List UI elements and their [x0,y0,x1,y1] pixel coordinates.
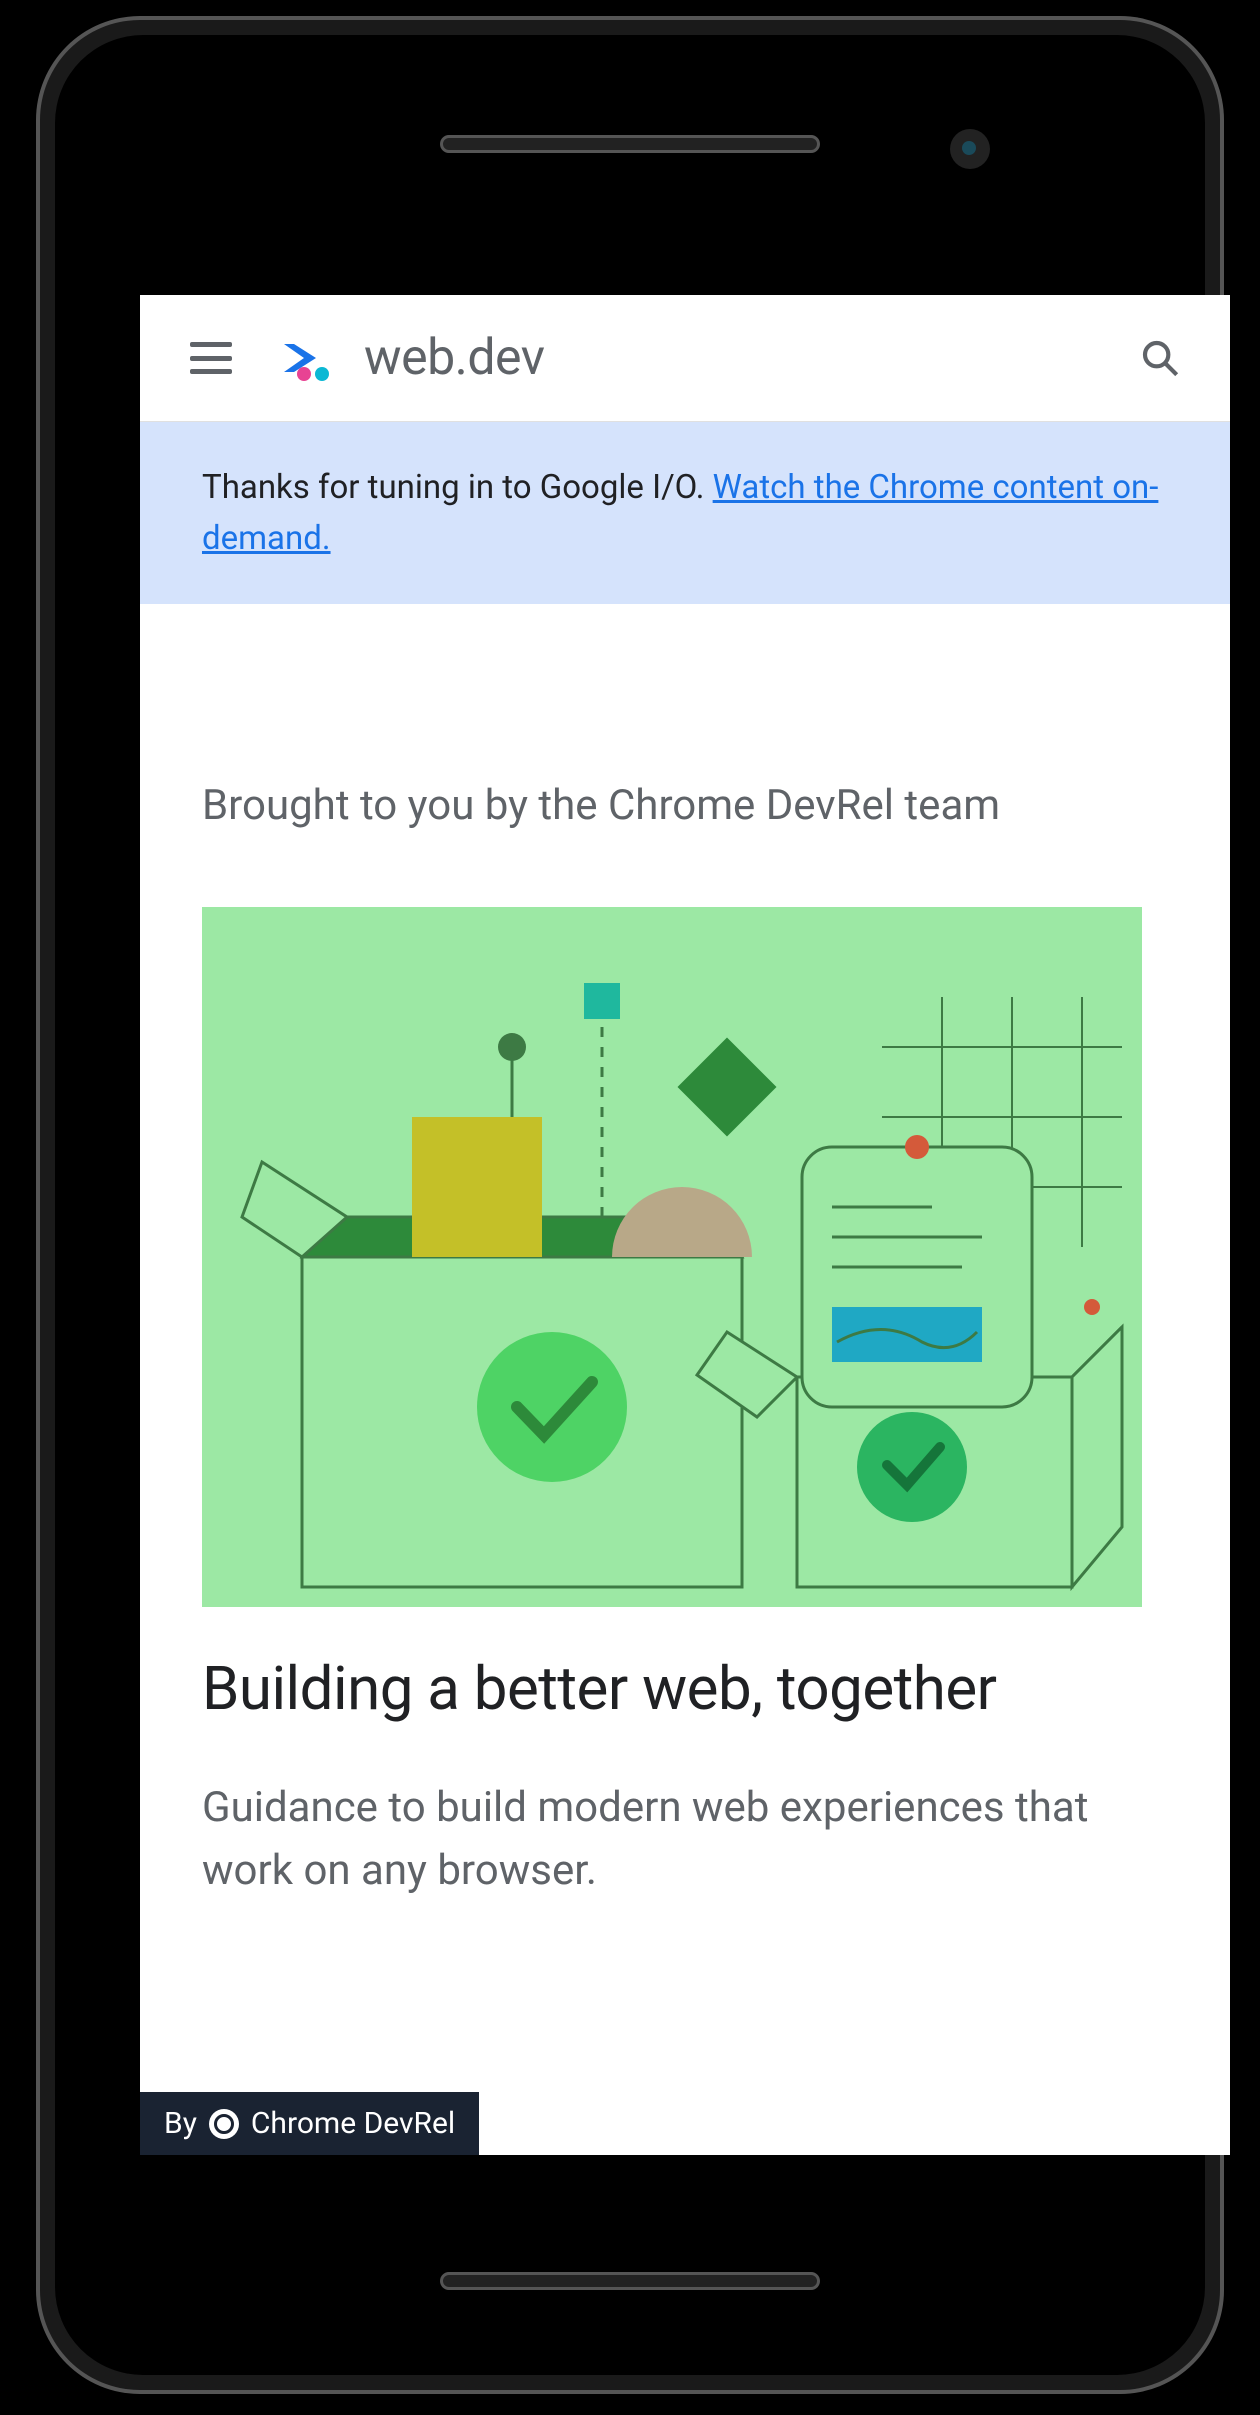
hero-description: Guidance to build modern web experiences… [202,1776,1168,1902]
site-logo-group[interactable]: web.dev [274,329,544,387]
attribution-prefix: By [164,2106,197,2141]
phone-camera [950,129,990,169]
hero-illustration [202,907,1142,1607]
menu-icon[interactable] [190,342,232,374]
attribution-badge: By Chrome DevRel [140,2092,479,2155]
screen: web.dev Thanks for tuning in to Google I… [140,295,1230,2155]
phone-bezel: web.dev Thanks for tuning in to Google I… [55,35,1205,2375]
search-icon[interactable] [1140,338,1180,378]
hero-subtitle: Brought to you by the Chrome DevRel team [202,774,1168,837]
banner-text: Thanks for tuning in to Google I/O. [202,468,713,507]
attribution-author: Chrome DevRel [251,2106,455,2141]
chrome-icon [209,2109,239,2139]
phone-frame: web.dev Thanks for tuning in to Google I… [40,20,1220,2390]
phone-speaker-bottom [440,2272,820,2290]
phone-speaker-top [440,135,820,153]
hero-title: Building a better web, together [202,1651,1168,1726]
app-header: web.dev [140,295,1230,422]
announcement-banner: Thanks for tuning in to Google I/O. Watc… [140,422,1230,604]
main-content: Brought to you by the Chrome DevRel team [140,604,1230,1902]
site-title: web.dev [364,329,544,387]
webdev-logo-icon [274,334,344,382]
